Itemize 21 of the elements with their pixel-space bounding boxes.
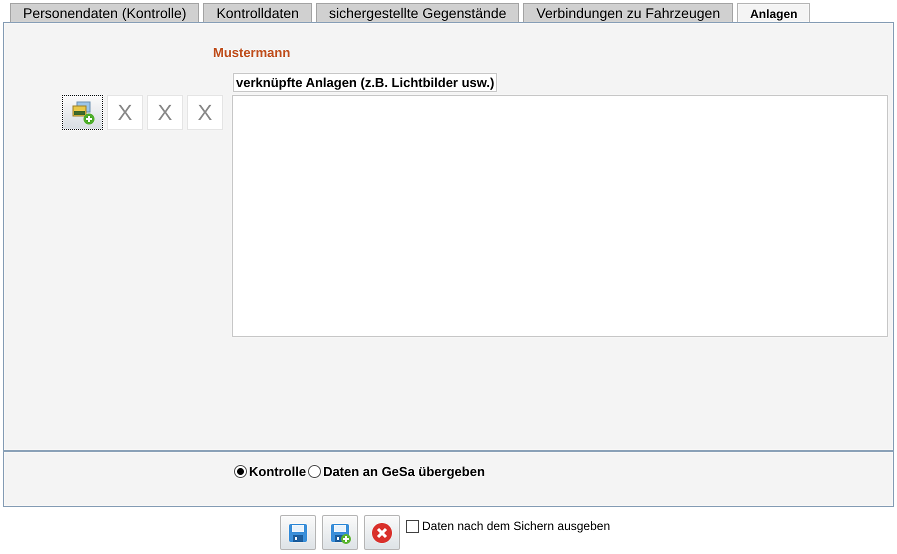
- person-name: Mustermann: [213, 44, 290, 62]
- radio-button[interactable]: [308, 465, 322, 478]
- tab[interactable]: Anlagen: [737, 3, 810, 23]
- radio-button[interactable]: [234, 465, 247, 478]
- tab[interactable]: sichergestellte Gegenstände: [316, 3, 520, 22]
- cancel-button[interactable]: [364, 515, 400, 550]
- tab[interactable]: Personendaten (Kontrolle): [10, 3, 200, 22]
- checkbox-label: Daten nach dem Sichern ausgeben: [422, 518, 610, 535]
- tab[interactable]: Verbindungen zu Fahrzeugen: [523, 3, 734, 22]
- add-image-icon: [70, 100, 94, 124]
- checkbox[interactable]: [406, 520, 419, 532]
- close-icon: [371, 522, 393, 544]
- save-button[interactable]: [280, 515, 316, 550]
- attachments-label: verknüpfte Anlagen (z.B. Lichtbilder usw.): [233, 73, 498, 92]
- add-attachment-button[interactable]: [62, 95, 103, 130]
- save-icon: [287, 522, 309, 544]
- save-new-button[interactable]: [322, 515, 358, 550]
- tab[interactable]: Kontrolldaten: [203, 3, 312, 22]
- save-plus-icon: [329, 522, 351, 544]
- radio-label: Kontrolle: [249, 463, 306, 481]
- radio-label: Daten an GeSa übergeben: [323, 463, 485, 481]
